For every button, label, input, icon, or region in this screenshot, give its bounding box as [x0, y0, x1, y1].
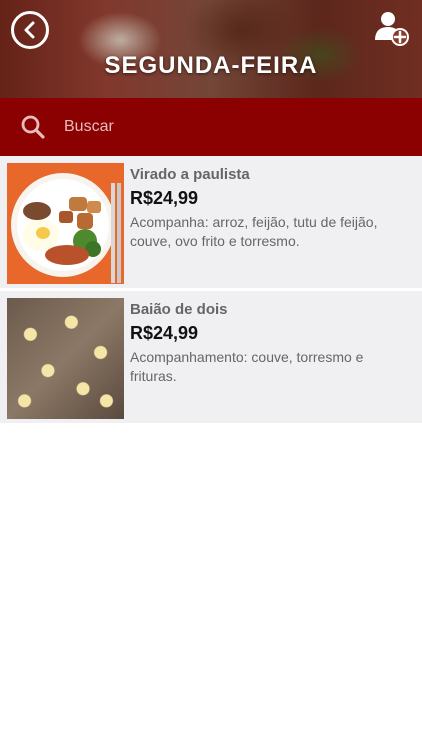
dish-price: R$24,99 — [130, 323, 199, 343]
list-item[interactable]: Baião de dois R$24,99 Acompanhamento: co… — [0, 291, 422, 426]
dish-image — [7, 163, 124, 284]
dish-description: Acompanhamento: couve, torresmo e fritur… — [130, 349, 364, 384]
page-title: SEGUNDA-FEIRA — [104, 52, 318, 79]
dish-image — [7, 298, 124, 419]
add-user-button[interactable] — [372, 8, 412, 48]
chevron-left-icon — [24, 21, 35, 39]
dish-name: Baião de dois — [130, 301, 228, 318]
add-user-icon — [375, 12, 409, 46]
dish-price: R$24,99 — [130, 188, 199, 208]
dish-list: Virado a paulista R$24,99 Acompanha: arr… — [0, 156, 422, 426]
search-icon[interactable] — [20, 114, 46, 140]
list-item[interactable]: Virado a paulista R$24,99 Acompanha: arr… — [0, 156, 422, 291]
search-input[interactable] — [64, 107, 422, 147]
search-bar — [0, 98, 422, 156]
dish-name: Virado a paulista — [130, 166, 250, 183]
header-banner: SEGUNDA-FEIRA — [0, 0, 422, 98]
dish-description: Acompanha: arroz, feijão, tutu de feijão… — [130, 214, 378, 249]
back-button[interactable] — [11, 11, 49, 49]
